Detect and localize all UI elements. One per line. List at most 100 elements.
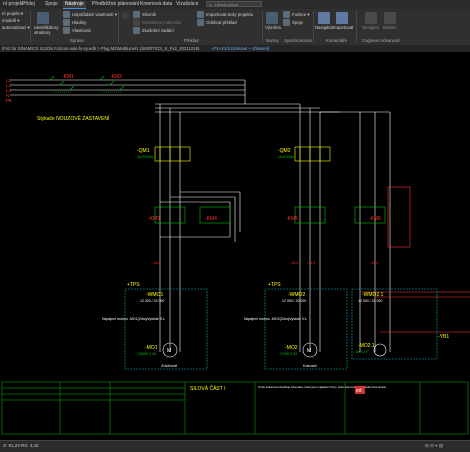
ribbon-item-zkusebni-zadani[interactable]: Zkušební zadání xyxy=(142,28,174,33)
ribbon-item-importovat-texty[interactable]: Importovat texty projektu xyxy=(206,12,253,17)
device-tag-mo2[interactable]: -MO2 xyxy=(285,345,298,351)
tab-pridej[interactable]: Přidej xyxy=(22,1,35,8)
tab-projekt[interactable]: ní projekt xyxy=(3,1,24,8)
contactor-group-symbols xyxy=(154,206,386,224)
group-label-sprava: Správa xyxy=(70,38,84,43)
device-tag-km6[interactable]: -KM6 xyxy=(369,216,381,222)
phase-labels: L1 L2 L3 N PE xyxy=(6,78,12,103)
identifiers-icon[interactable] xyxy=(37,12,49,24)
group-label-cogineer: Cogineer Advanced xyxy=(362,38,400,43)
translate-icon[interactable] xyxy=(122,12,129,19)
group-label-preklad: Překlad xyxy=(184,38,199,43)
group-label-normy: Normy xyxy=(266,38,279,43)
ribbon-item-vymena[interactable]: Výměna xyxy=(265,25,281,30)
connections-icon xyxy=(283,19,290,26)
ribbon-item-substituce[interactable]: Substituce materiálu xyxy=(142,20,181,25)
ribbon-separator xyxy=(262,11,263,43)
import-icon[interactable] xyxy=(336,12,348,24)
ribbon-item-vlastnosti[interactable]: Vlastnosti xyxy=(72,28,91,33)
designer-icon[interactable] xyxy=(365,12,377,24)
device-tag-km3[interactable]: -KM3 xyxy=(148,216,160,222)
cable-spec-wmo21: 12 000 / 32 000 xyxy=(358,299,382,303)
function-icon xyxy=(283,11,290,18)
cable-tag-wmo2[interactable]: -WMO2 xyxy=(288,292,305,298)
device-tag-qm2[interactable]: -QM2 xyxy=(278,148,291,154)
schematic-drawing: L1 L2 L3 N PE -KM1 -KM2 Stykače NOUZOVÉ … xyxy=(1,74,470,435)
motor-spec-mo21: MCL1 F xyxy=(356,350,368,354)
ribbon-separator xyxy=(356,11,357,43)
qm1-rating: (3x2000A) xyxy=(137,155,153,159)
breaker-qm1-symbol[interactable] xyxy=(154,146,191,162)
page-tab-active[interactable]: =F1+X1/3 (Karusel + chlazení) xyxy=(211,45,269,52)
ribbon-item-designer[interactable]: Designer xyxy=(362,25,379,30)
layers-icon xyxy=(63,19,70,26)
properties-icon xyxy=(63,27,70,34)
phase-label: PE xyxy=(6,98,12,103)
motor-name-mo2: Karusel xyxy=(303,363,317,368)
enclosure-tag-tps1[interactable]: +TPS xyxy=(127,282,140,288)
ribbon-item-identifikatory[interactable]: Identifikátory struktury xyxy=(34,25,60,35)
status-tools-icon[interactable]: ⊞ ⊟ ⌖ ▤ xyxy=(425,443,443,449)
ribbon-item-slovnik[interactable]: Slovník xyxy=(142,12,156,17)
breaker-qm2-symbol[interactable] xyxy=(294,146,331,162)
device-tag-mo21[interactable]: -MO2.1 xyxy=(358,343,375,349)
device-tag-mo1[interactable]: -MO1 xyxy=(145,345,158,351)
title-block xyxy=(1,381,469,435)
group-label-synchronizace: Synchronizace xyxy=(284,38,313,43)
ribbon-item-projekt[interactable]: ní projekt ▾ xyxy=(2,11,23,16)
group-label-komentare: Komentáře xyxy=(326,38,348,43)
ribbon-item-builder[interactable]: Builder xyxy=(383,25,396,30)
cable-note-mo2: Napájení motoru -MO2(Zdroj/výstráž X1- xyxy=(244,317,308,321)
enclosure-tag-tps2[interactable]: +TPS xyxy=(268,282,281,288)
device-tag-km2[interactable]: -KM2 xyxy=(110,74,122,80)
motor-spec-mo1: 1380W 3,3A xyxy=(137,352,157,356)
ribbon-item-modelu[interactable]: modelů ▾ xyxy=(2,18,19,23)
ribbon-separator xyxy=(313,11,314,43)
qm2-rating: (3x2000A) xyxy=(278,155,294,159)
tab-kmenova-data[interactable]: Kmenová data xyxy=(140,1,172,8)
motor-spec-mo2: 370W 3,3A xyxy=(280,352,298,356)
terminal-tag: -XL2 xyxy=(290,260,299,265)
status-bar: X: 91,23 RX: 4,42 ⊞ ⊟ ⌖ ▤ xyxy=(0,440,470,452)
import-texts-icon xyxy=(197,11,204,18)
ribbon-item-importovat[interactable]: Importovat xyxy=(333,25,353,30)
cursor-coordinates: X: 91,23 RX: 4,42 xyxy=(3,443,39,448)
ribbon-separator xyxy=(30,11,31,43)
device-tag-yb1[interactable]: -YB1 xyxy=(438,334,449,340)
tab-predbezne-planovani[interactable]: Předběžné plánování xyxy=(92,1,139,8)
device-tag-km1[interactable]: -KM1 xyxy=(62,74,74,80)
ribbon-item-odebrat-preklad[interactable]: Odebrat překlad xyxy=(206,20,237,25)
device-tag-qm1[interactable]: -QM1 xyxy=(137,148,150,154)
ribbon-item-navigator[interactable]: Navigátor xyxy=(315,25,333,30)
ribbon-item-automatizaci[interactable]: automatizaci ▾ xyxy=(2,25,29,30)
search-icon: ⌕ xyxy=(209,2,212,7)
command-search-input[interactable]: ⌕ Hledat příkaz xyxy=(206,1,262,7)
exchange-icon[interactable] xyxy=(266,12,278,24)
terminal-tag: -XL2 xyxy=(307,260,316,265)
cable-tag-wmo1[interactable]: -WMO1 xyxy=(146,292,163,298)
terminal-labels: -XL2 -XL2 -XL2 -XL2 xyxy=(152,260,379,265)
property-arrangement-icon xyxy=(63,11,70,18)
tab-vizualizace[interactable]: Vizalizáce xyxy=(176,1,198,8)
ribbon-item-spoje[interactable]: Spoje xyxy=(292,20,303,25)
ribbon-item-hladiny[interactable]: Hladiny xyxy=(72,20,86,25)
substitution-icon xyxy=(133,19,140,26)
tab-spoje[interactable]: Spoje xyxy=(45,1,58,8)
ribbon-item-funkce[interactable]: Funkce ▾ xyxy=(292,12,309,17)
ribbon-item-usporadani[interactable]: Uspořádání vlastností ▾ xyxy=(72,12,117,17)
tab-nastroje[interactable]: Nástroje xyxy=(63,1,86,9)
motor-name-mo1: Zdvihově xyxy=(161,363,178,368)
device-tag-km5[interactable]: -KM5 xyxy=(286,216,298,222)
cable-spec-wmo1: 12 000 / 32 000 xyxy=(140,299,164,303)
motor-glyph: M xyxy=(167,348,171,354)
ribbon: ní projekt ▾ modelů ▾ automatizaci ▾ Ide… xyxy=(0,9,470,46)
builder-icon[interactable] xyxy=(384,12,396,24)
remove-translation-icon xyxy=(197,19,204,26)
cable-note-mo1: Napájení motoru -MO1(Zdroj/výstráž X1- xyxy=(102,317,166,321)
schematic-canvas[interactable]: L1 L2 L3 N PE -KM1 -KM2 Stykače NOUZOVÉ … xyxy=(0,52,470,440)
contactor-note: Stykače NOUZOVÉ ZASTAVENÍ xyxy=(37,115,110,122)
navigator-icon[interactable] xyxy=(318,12,330,24)
device-tag-km4[interactable]: -KM4 xyxy=(205,216,217,222)
terminal-tag: -XL2 xyxy=(152,260,161,265)
cable-tag-wmo21[interactable]: -WMO2.1 xyxy=(362,292,384,298)
